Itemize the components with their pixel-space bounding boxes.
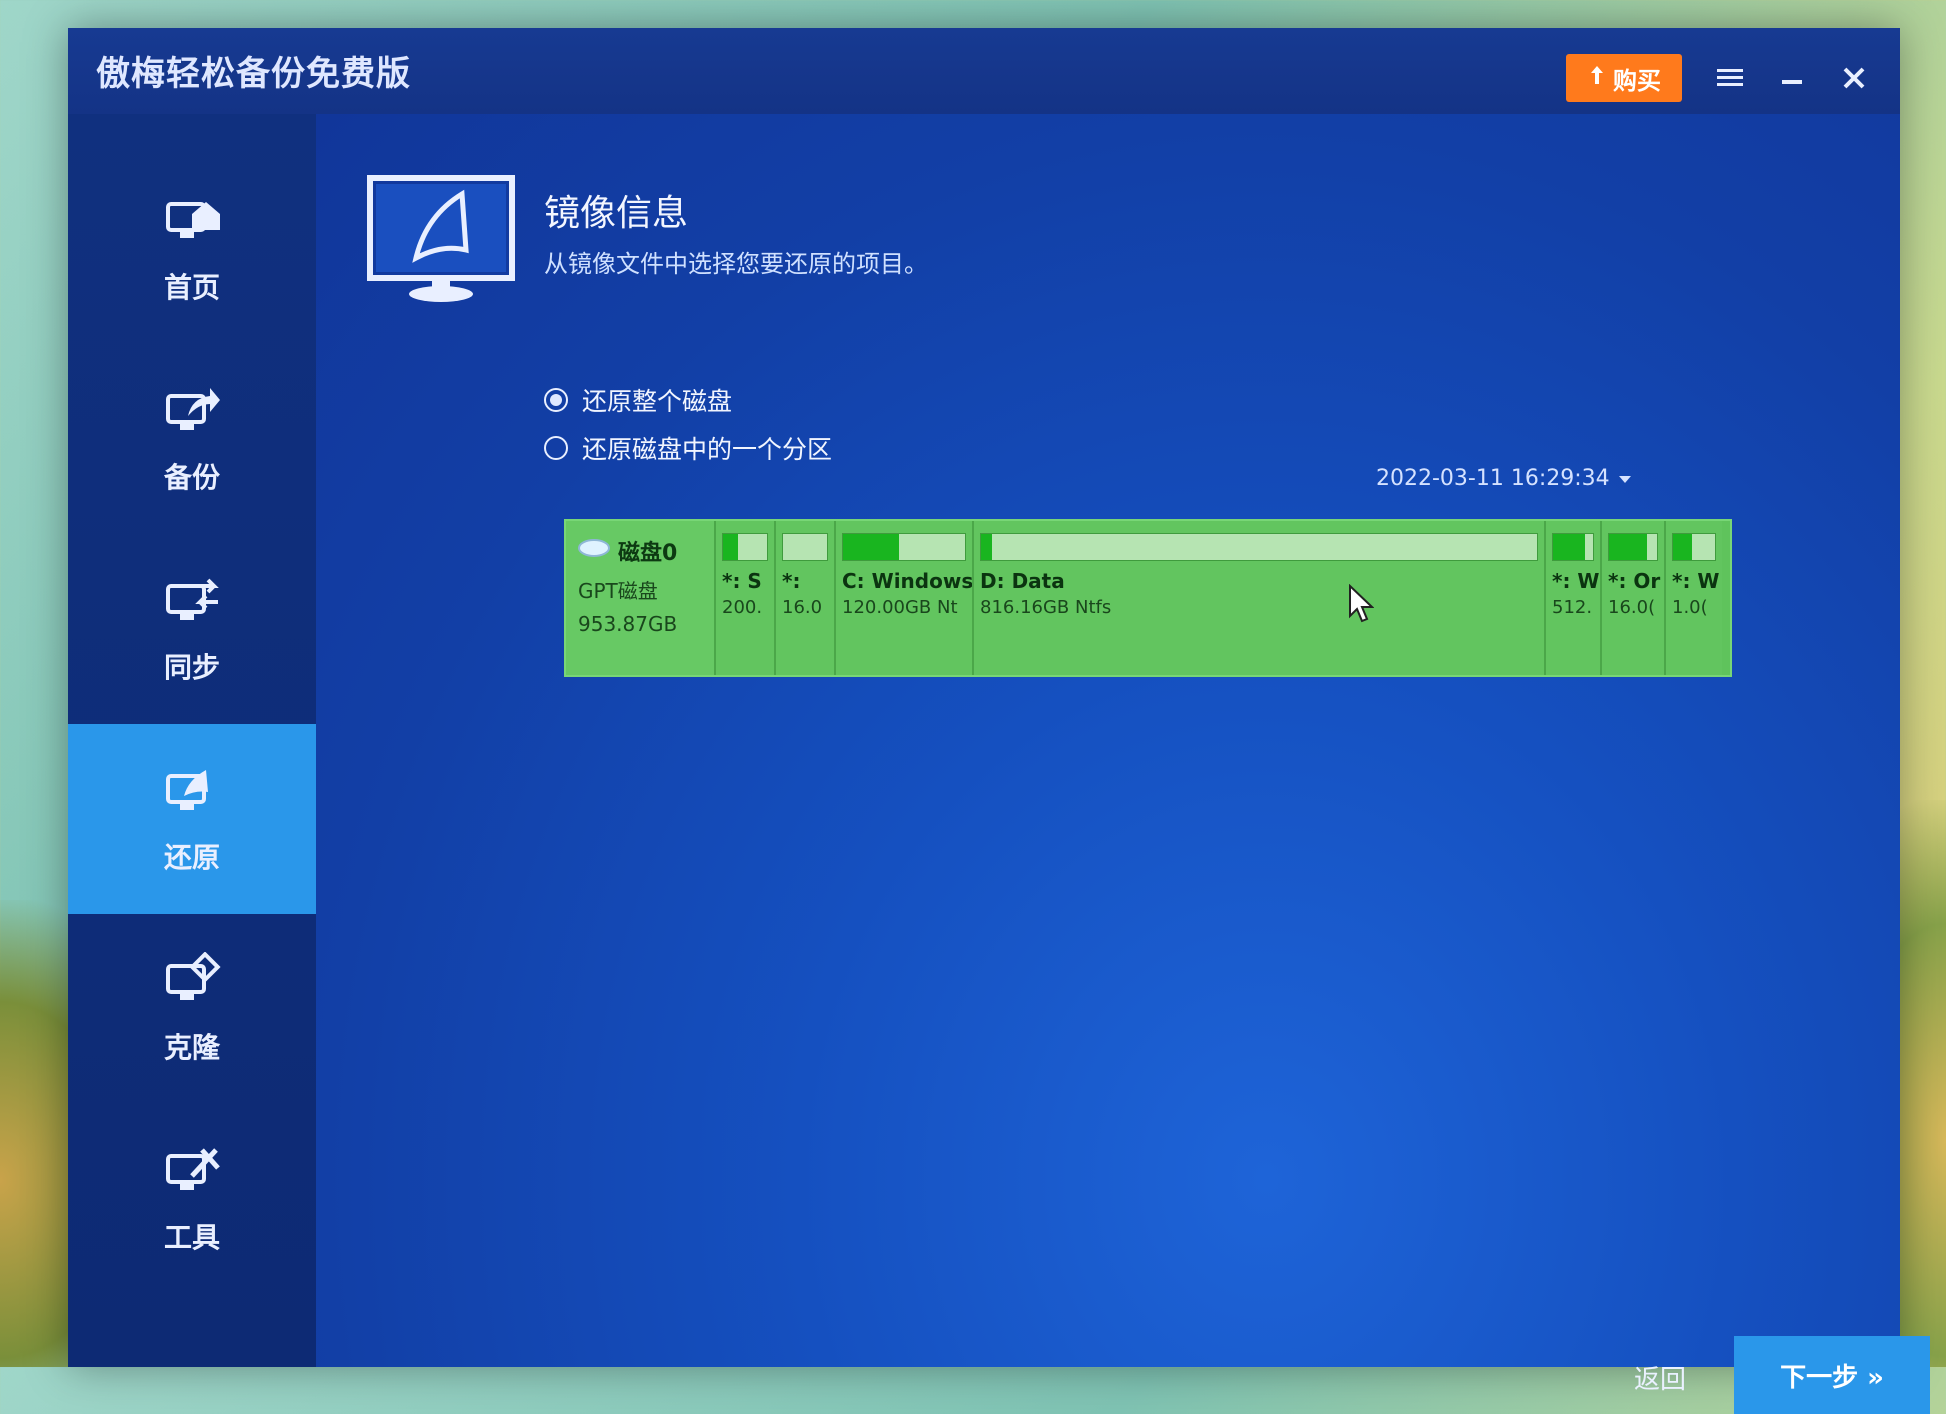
usage-fill xyxy=(1553,534,1585,560)
option-restore-disk[interactable]: 还原整个磁盘 xyxy=(544,382,732,418)
partition[interactable]: *: 16.0 xyxy=(776,521,836,675)
upload-arrow-icon xyxy=(1587,64,1607,92)
title-bar: 傲梅轻松备份免费版 购买 xyxy=(68,28,1900,114)
usage-fill xyxy=(723,534,739,560)
disk-info[interactable]: 磁盘0 GPT磁盘 953.87GB xyxy=(566,521,716,675)
partition-label: *: S xyxy=(722,569,762,593)
monitor-restore-icon xyxy=(367,175,515,302)
chevron-down-icon xyxy=(1618,466,1632,491)
option-label: 还原磁盘中的一个分区 xyxy=(582,435,833,464)
sidebar-item-label: 工具 xyxy=(163,1221,220,1254)
disk-name: 磁盘0 xyxy=(618,541,678,566)
partition[interactable]: *: W 1.0( xyxy=(1666,521,1722,675)
usage-bar xyxy=(1608,533,1658,561)
sidebar-item-label: 同步 xyxy=(163,651,220,684)
mouse-cursor-icon xyxy=(1349,584,1374,623)
backup-time-selector[interactable]: 2022-03-11 16:29:34 xyxy=(1376,466,1632,491)
usage-fill xyxy=(1673,534,1692,560)
partition-size: 16.0 xyxy=(782,597,823,618)
usage-fill xyxy=(981,534,993,560)
home-icon xyxy=(166,202,220,238)
partition-size: 816.16GB Ntfs xyxy=(980,597,1112,618)
sidebar-item-backup[interactable]: 备份 xyxy=(68,344,316,534)
sidebar-item-label: 克隆 xyxy=(163,1031,220,1064)
clone-icon xyxy=(166,952,221,1000)
radio-button[interactable] xyxy=(544,436,568,460)
minimize-icon[interactable] xyxy=(1770,56,1814,100)
usage-bar xyxy=(722,533,768,561)
partition[interactable]: D: Data 816.16GB Ntfs xyxy=(974,521,1546,675)
page-title: 镜像信息 xyxy=(544,193,689,234)
next-button[interactable]: 下一步 » xyxy=(1734,1336,1930,1414)
partition-label: D: Data xyxy=(980,569,1065,593)
partition-label: *: xyxy=(782,569,801,593)
main-panel: 镜像信息 从镜像文件中选择您要还原的项目。 还原整个磁盘 还原磁盘中的一个分区 … xyxy=(316,114,1930,1414)
app-window: 傲梅轻松备份免费版 购买 首页 备份 同步 还原 克隆 工具 镜像信息 从镜像文… xyxy=(68,28,1930,1414)
buy-label: 购买 xyxy=(1613,66,1661,95)
back-button[interactable]: 返回 xyxy=(1634,1359,1686,1396)
partition-size: 120.00GB Nt xyxy=(842,597,958,618)
partition-label: *: Or xyxy=(1608,569,1661,593)
partition[interactable]: *: W 512. xyxy=(1546,521,1602,675)
disk-icon xyxy=(578,538,610,564)
disk-map[interactable]: 磁盘0 GPT磁盘 953.87GB *: S 200. *: 16.0 C: … xyxy=(564,519,1732,677)
option-label: 还原整个磁盘 xyxy=(582,387,733,416)
sidebar-item-label: 备份 xyxy=(163,461,220,494)
partition-label: *: W xyxy=(1672,569,1720,593)
option-restore-partition[interactable]: 还原磁盘中的一个分区 xyxy=(544,430,832,466)
sidebar-item-home[interactable]: 首页 xyxy=(68,154,316,344)
sidebar-item-label: 还原 xyxy=(163,841,220,874)
partition[interactable]: *: S 200. xyxy=(716,521,776,675)
partition[interactable]: C: Windows 120.00GB Nt xyxy=(836,521,974,675)
close-icon[interactable] xyxy=(1832,56,1876,100)
partition-size: 16.0( xyxy=(1608,597,1656,618)
sidebar-item-sync[interactable]: 同步 xyxy=(68,534,316,724)
sidebar-item-restore[interactable]: 还原 xyxy=(68,724,316,914)
backup-time: 2022-03-11 16:29:34 xyxy=(1376,466,1610,491)
buy-button[interactable]: 购买 xyxy=(1566,54,1682,102)
disk-type: GPT磁盘 xyxy=(578,579,658,603)
sidebar-item-tools[interactable]: 工具 xyxy=(68,1104,316,1294)
partition-size: 200. xyxy=(722,597,763,618)
usage-fill xyxy=(843,534,900,560)
sync-icon xyxy=(166,578,219,620)
restore-icon xyxy=(166,770,208,810)
sidebar-item-clone[interactable]: 克隆 xyxy=(68,914,316,1104)
usage-bar xyxy=(1552,533,1594,561)
usage-bar xyxy=(842,533,966,561)
backup-icon xyxy=(166,388,220,430)
usage-bar xyxy=(1672,533,1716,561)
partition-label: *: W xyxy=(1552,569,1600,593)
partition-label: C: Windows xyxy=(842,569,974,593)
disk-size: 953.87GB xyxy=(578,612,678,636)
usage-fill xyxy=(1609,534,1648,560)
partition-size: 512. xyxy=(1552,597,1593,618)
page-subtitle: 从镜像文件中选择您要还原的项目。 xyxy=(544,250,928,278)
app-title: 傲梅轻松备份免费版 xyxy=(96,54,411,94)
sidebar-item-label: 首页 xyxy=(163,271,220,304)
tools-icon xyxy=(166,1148,220,1190)
radio-button-checked[interactable] xyxy=(544,388,568,412)
usage-bar xyxy=(782,533,828,561)
sidebar: 首页 备份 同步 还原 克隆 工具 xyxy=(68,114,316,1367)
usage-bar xyxy=(980,533,1538,561)
partition[interactable]: *: Or 16.0( xyxy=(1602,521,1666,675)
partition-size: 1.0( xyxy=(1672,597,1708,618)
menu-icon[interactable] xyxy=(1708,56,1752,100)
